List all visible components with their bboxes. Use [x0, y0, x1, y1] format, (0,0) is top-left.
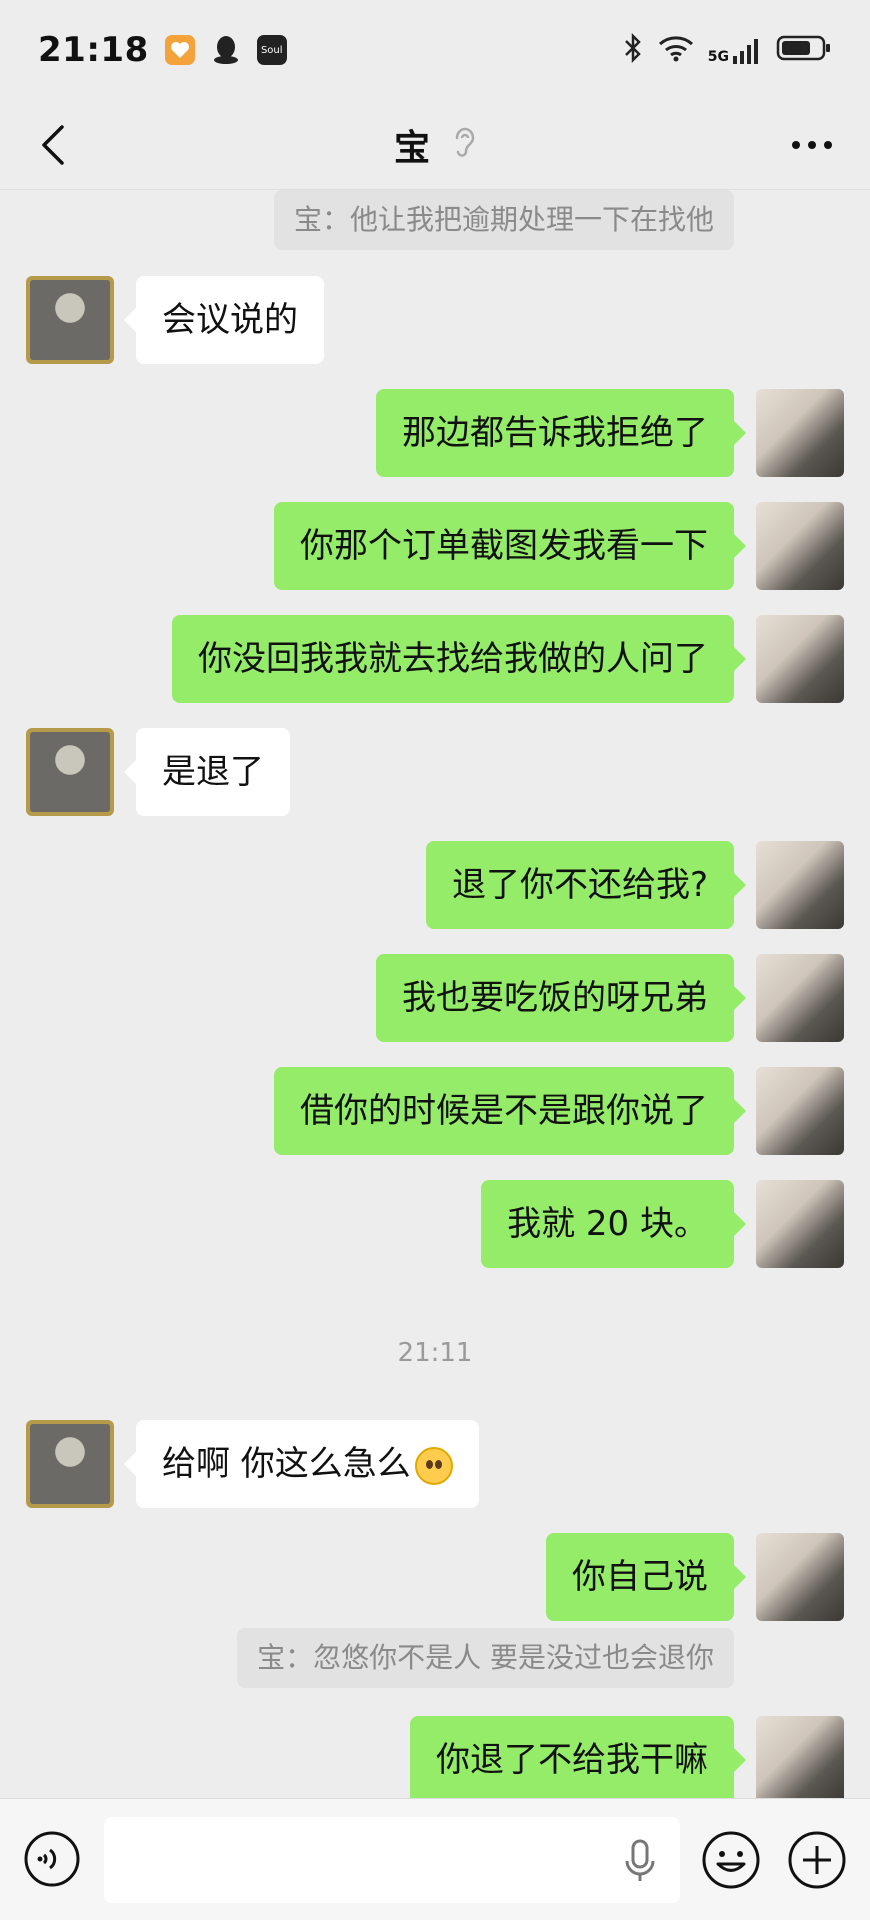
avatar[interactable] — [756, 1533, 844, 1621]
avatar[interactable] — [756, 615, 844, 703]
input-bar — [0, 1798, 870, 1920]
message-row: 你那个订单截图发我看一下 — [0, 502, 870, 590]
message-bubble[interactable]: 你那个订单截图发我看一下 — [274, 502, 746, 590]
battery-icon — [776, 34, 832, 66]
back-button[interactable] — [28, 118, 78, 172]
message-input[interactable] — [104, 1817, 680, 1903]
pleading-face-emoji-icon — [414, 1446, 453, 1485]
emoji-button[interactable] — [700, 1829, 762, 1891]
avatar[interactable] — [756, 502, 844, 590]
bluetooth-icon — [622, 32, 644, 68]
mic-button[interactable] — [622, 1839, 658, 1883]
emoji-icon — [702, 1831, 760, 1889]
ear-icon — [452, 126, 476, 164]
avatar[interactable] — [756, 954, 844, 1042]
message-bubble[interactable]: 退了你不还给我? — [425, 841, 747, 929]
plus-button[interactable] — [786, 1829, 848, 1891]
more-button[interactable] — [782, 118, 842, 172]
signal-icon: 5G — [708, 36, 762, 64]
soul-app-icon: Soul — [256, 35, 287, 65]
message-bubble[interactable]: 你没回我我就去找给我做的人问了 — [172, 615, 746, 703]
message-row: 你退了不给我干嘛 — [0, 1716, 870, 1804]
message-row: 你自己说 — [0, 1533, 870, 1621]
quoted-message[interactable]: 宝：忽悠你不是人 要是没过也会退你 — [237, 1628, 734, 1688]
wifi-icon — [658, 34, 694, 66]
message-row: 是退了 — [0, 728, 870, 816]
plus-icon — [788, 1831, 846, 1889]
avatar[interactable] — [756, 1067, 844, 1155]
status-bar-right: 5G — [622, 32, 832, 68]
back-icon — [42, 125, 64, 165]
chat-area[interactable]: 宝：他让我把逾期处理一下在找他 会议说的 那边都告诉我拒绝了 你那个订单截图发我… — [0, 190, 870, 1804]
message-row: 我就 20 块。 — [0, 1180, 870, 1268]
soul-app-label: Soul — [260, 44, 283, 56]
heart-app-icon — [164, 35, 195, 65]
more-icon — [792, 141, 832, 149]
message-bubble[interactable]: 你退了不给我干嘛 — [410, 1716, 746, 1804]
voice-button[interactable] — [22, 1829, 82, 1889]
chat-header: 宝 — [0, 100, 870, 190]
avatar[interactable] — [756, 1180, 844, 1268]
status-bar: 21:18 Soul 5G — [0, 0, 870, 100]
avatar[interactable] — [756, 1716, 844, 1804]
message-bubble[interactable]: 那边都告诉我拒绝了 — [376, 389, 746, 477]
network-type: 5G — [707, 49, 729, 65]
message-bubble[interactable]: 是退了 — [124, 728, 290, 816]
title-wrap: 宝 — [394, 119, 476, 171]
message-row: 会议说的 — [0, 276, 870, 364]
message-row: 给啊 你这么急么 — [0, 1420, 870, 1508]
chat-title: 宝 — [393, 127, 430, 169]
qq-icon — [211, 35, 241, 65]
avatar[interactable] — [26, 276, 114, 364]
message-row: 我也要吃饭的呀兄弟 — [0, 954, 870, 1042]
message-bubble[interactable]: 会议说的 — [124, 276, 324, 364]
message-row: 退了你不还给我? — [0, 841, 870, 929]
message-bubble[interactable]: 我就 20 块。 — [481, 1180, 746, 1268]
message-bubble[interactable]: 给啊 你这么急么 — [124, 1420, 479, 1508]
avatar[interactable] — [26, 1420, 114, 1508]
timestamp: 21:11 — [397, 1338, 473, 1368]
quoted-message[interactable]: 宝：他让我把逾期处理一下在找他 — [273, 190, 734, 250]
message-bubble[interactable]: 你自己说 — [546, 1533, 746, 1621]
avatar[interactable] — [756, 841, 844, 929]
status-bar-left: 21:18 Soul — [38, 30, 287, 70]
mic-icon — [625, 1839, 655, 1881]
message-bubble[interactable]: 借你的时候是不是跟你说了 — [274, 1067, 746, 1155]
message-row: 你没回我我就去找给我做的人问了 — [0, 615, 870, 703]
message-bubble[interactable]: 我也要吃饭的呀兄弟 — [376, 954, 746, 1042]
status-time: 21:18 — [38, 30, 149, 70]
avatar[interactable] — [26, 728, 114, 816]
voice-icon — [24, 1831, 80, 1887]
message-row: 借你的时候是不是跟你说了 — [0, 1067, 870, 1155]
message-text: 给啊 你这么急么 — [162, 1444, 411, 1484]
message-row: 那边都告诉我拒绝了 — [0, 389, 870, 477]
avatar[interactable] — [756, 389, 844, 477]
